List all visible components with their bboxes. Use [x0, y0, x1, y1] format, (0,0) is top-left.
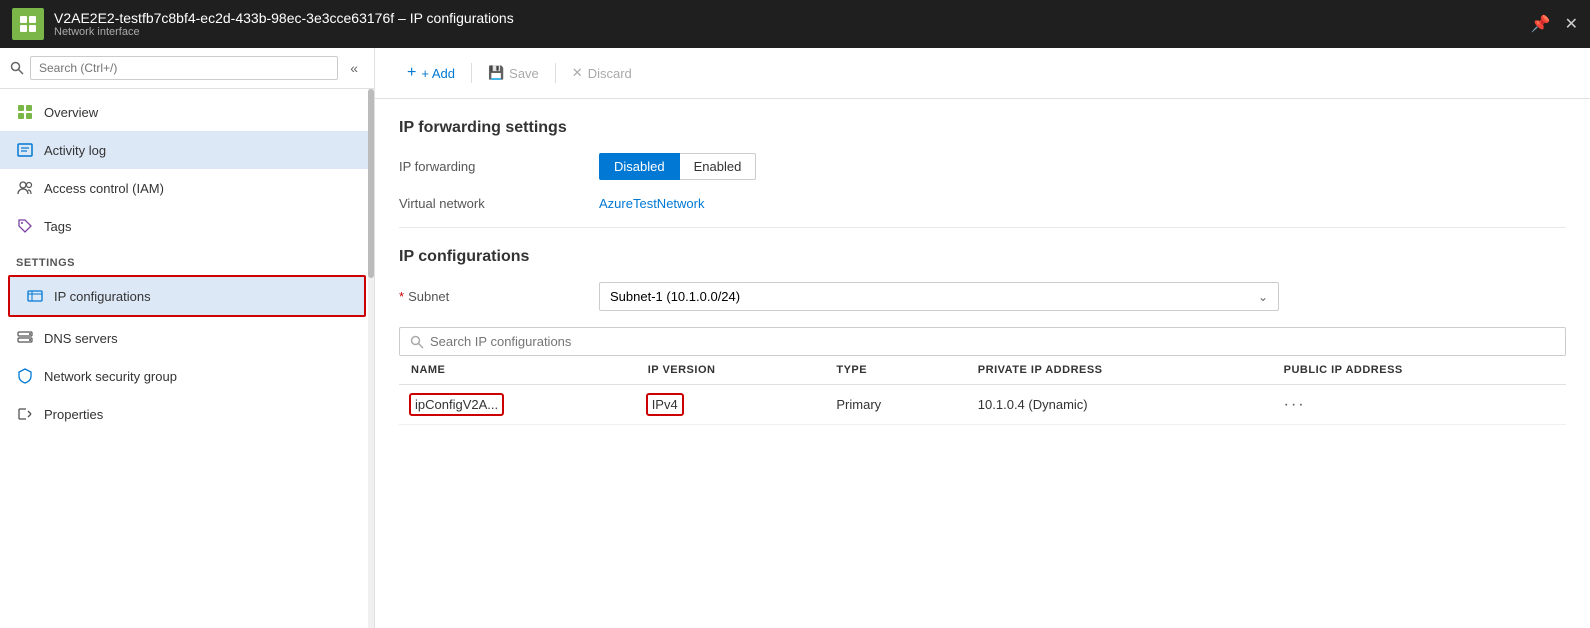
discard-icon: ✕ [572, 65, 583, 81]
ip-forwarding-section-title: IP forwarding settings [399, 119, 1566, 137]
row-actions-button[interactable]: ··· [1284, 396, 1306, 414]
title-bar: V2AE2E2-testfb7c8bf4-ec2d-433b-98ec-3e3c… [0, 0, 1590, 48]
toolbar-divider-2 [555, 63, 556, 83]
sidebar-item-label: Access control (IAM) [44, 181, 164, 196]
save-button[interactable]: 💾 Save [476, 59, 551, 87]
table-row[interactable]: ipConfigV2A... IPv4 Primary 10.1.0.4 (Dy… [399, 385, 1566, 425]
sidebar-item-properties[interactable]: Properties [0, 395, 374, 433]
toolbar: + + Add 💾 Save ✕ Discard [375, 48, 1590, 99]
pin-icon[interactable]: 📌 [1531, 14, 1551, 34]
col-ip-version: IP VERSION [636, 356, 825, 385]
table-header-row: NAME IP VERSION TYPE PRIVATE IP ADDRESS … [399, 356, 1566, 385]
content-area: + + Add 💾 Save ✕ Discard IP forwarding s… [375, 48, 1590, 628]
cell-name: ipConfigV2A... [399, 385, 636, 425]
sidebar-item-label: Tags [44, 219, 71, 234]
virtual-network-link[interactable]: AzureTestNetwork [599, 196, 704, 211]
sidebar-item-ip-configurations-wrapper: IP configurations [8, 275, 366, 317]
search-icon [10, 61, 24, 75]
ip-forwarding-enabled-btn[interactable]: Enabled [680, 153, 757, 180]
virtual-network-value: AzureTestNetwork [599, 196, 1566, 211]
title-bar-actions: 📌 ✕ [1531, 14, 1578, 34]
cell-private-ip: 10.1.0.4 (Dynamic) [966, 385, 1272, 425]
subnet-dropdown-container: Subnet-1 (10.1.0.0/24) ⌄ [599, 282, 1566, 311]
main-container: « Overview [0, 48, 1590, 628]
window-subtitle: Network interface [54, 26, 1531, 38]
sidebar-item-network-security-group[interactable]: Network security group [0, 357, 374, 395]
ip-forwarding-disabled-btn[interactable]: Disabled [599, 153, 680, 180]
virtual-network-field-row: Virtual network AzureTestNetwork [399, 196, 1566, 211]
properties-icon [16, 405, 34, 423]
ip-forwarding-label: IP forwarding [399, 159, 599, 174]
sidebar-item-label: DNS servers [44, 331, 118, 346]
overview-icon [16, 103, 34, 121]
access-control-icon [16, 179, 34, 197]
content-body: IP forwarding settings IP forwarding Dis… [375, 99, 1590, 445]
add-button[interactable]: + + Add [395, 58, 467, 88]
required-star: * [399, 289, 404, 304]
col-public-ip: PUBLIC IP ADDRESS [1272, 356, 1566, 385]
tags-icon [16, 217, 34, 235]
add-icon: + [407, 64, 416, 82]
col-private-ip: PRIVATE IP ADDRESS [966, 356, 1272, 385]
sidebar-collapse-button[interactable]: « [344, 58, 364, 78]
discard-button[interactable]: ✕ Discard [560, 59, 644, 87]
ip-config-search-box [399, 327, 1566, 356]
scrollbar-thumb[interactable] [368, 89, 374, 278]
nsg-icon [16, 367, 34, 385]
activity-log-icon [16, 141, 34, 159]
cell-type: Primary [824, 385, 965, 425]
scrollbar-track [368, 89, 374, 628]
dns-servers-icon [16, 329, 34, 347]
col-type: TYPE [824, 356, 965, 385]
settings-section-label: SETTINGS [0, 245, 374, 273]
title-bar-text: V2AE2E2-testfb7c8bf4-ec2d-433b-98ec-3e3c… [54, 10, 1531, 38]
col-name: NAME [399, 356, 636, 385]
toolbar-divider-1 [471, 63, 472, 83]
sidebar-nav: Overview Activity log [0, 89, 374, 628]
ip-forwarding-toggle-group: Disabled Enabled [599, 153, 1566, 180]
sidebar-item-label: Network security group [44, 369, 177, 384]
virtual-network-label: Virtual network [399, 196, 599, 211]
ip-configurations-table: NAME IP VERSION TYPE PRIVATE IP ADDRESS … [399, 356, 1566, 425]
sidebar-item-ip-configurations[interactable]: IP configurations [10, 277, 364, 315]
sidebar-item-label: Activity log [44, 143, 106, 158]
save-icon: 💾 [488, 65, 504, 81]
ip-config-search-input[interactable] [430, 334, 1555, 349]
sidebar-item-dns-servers[interactable]: DNS servers [0, 319, 374, 357]
sidebar-item-tags[interactable]: Tags [0, 207, 374, 245]
ip-configurations-section-title: IP configurations [399, 248, 1566, 266]
sidebar-item-access-control[interactable]: Access control (IAM) [0, 169, 374, 207]
subnet-field-row: *Subnet Subnet-1 (10.1.0.0/24) ⌄ [399, 282, 1566, 311]
search-icon [410, 335, 424, 349]
subnet-label: *Subnet [399, 289, 599, 304]
close-icon[interactable]: ✕ [1565, 14, 1578, 34]
subnet-dropdown[interactable]: Subnet-1 (10.1.0.0/24) ⌄ [599, 282, 1279, 311]
sidebar-item-label: Properties [44, 407, 103, 422]
sidebar-item-label: Overview [44, 105, 98, 120]
section-separator [399, 227, 1566, 228]
ip-configurations-icon [26, 287, 44, 305]
window-title: V2AE2E2-testfb7c8bf4-ec2d-433b-98ec-3e3c… [54, 10, 1531, 26]
sidebar-search-area: « [0, 48, 374, 89]
sidebar: « Overview [0, 48, 375, 628]
ip-forwarding-field-row: IP forwarding Disabled Enabled [399, 153, 1566, 180]
subnet-value: Subnet-1 (10.1.0.0/24) [610, 289, 740, 304]
app-icon [12, 8, 44, 40]
cell-ip-version: IPv4 [636, 385, 825, 425]
sidebar-search-input[interactable] [30, 56, 338, 80]
sidebar-item-activity-log[interactable]: Activity log [0, 131, 374, 169]
cell-public-ip: ··· [1272, 385, 1566, 425]
chevron-down-icon: ⌄ [1258, 290, 1268, 304]
sidebar-item-overview[interactable]: Overview [0, 93, 374, 131]
ip-forwarding-toggle: Disabled Enabled [599, 153, 1566, 180]
sidebar-item-label: IP configurations [54, 289, 151, 304]
